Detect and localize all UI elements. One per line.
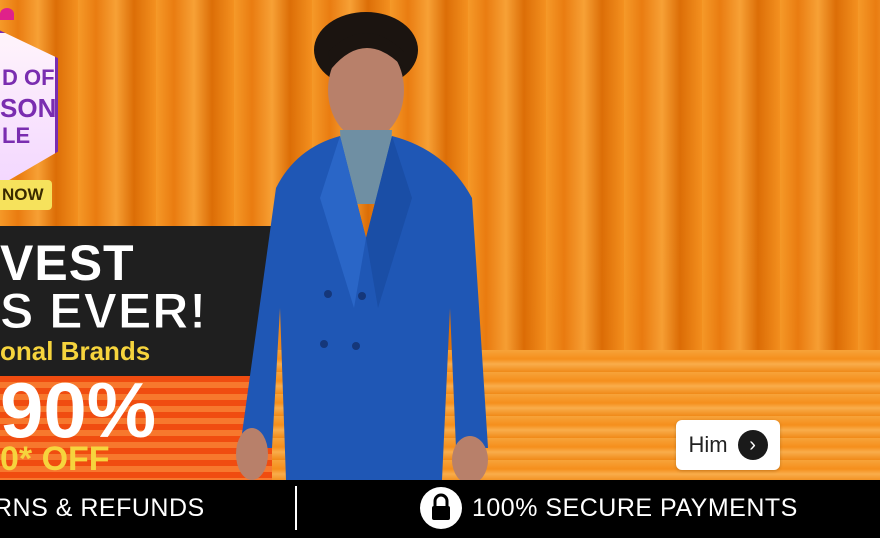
headline-line-3: onal Brands	[0, 336, 151, 366]
chevron-right-icon: ›	[737, 430, 768, 460]
lock-icon	[420, 487, 462, 529]
secure-payments-text: 100% SECURE PAYMENTS	[472, 494, 798, 522]
headline-line-2: S EVER!	[0, 283, 208, 340]
promo-banner[interactable]: D OF SON LE NOW VEST S EVER! onal Brands…	[0, 0, 880, 480]
footer-divider	[295, 486, 297, 530]
him-category-button[interactable]: Him ›	[676, 420, 780, 470]
brand-mark-icon	[0, 8, 14, 20]
badge-line-2: SON	[0, 93, 57, 123]
shop-now-button[interactable]: NOW	[0, 180, 52, 210]
discount-percent: 90%	[0, 366, 157, 454]
returns-refunds-text: RNS & REFUNDS	[0, 494, 205, 522]
badge-line-1: D OF	[2, 65, 55, 90]
him-label: Him	[688, 432, 728, 457]
discount-subtext: 0* OFF	[0, 440, 110, 478]
model-image	[236, 12, 488, 480]
badge-line-3: LE	[2, 123, 31, 148]
trust-footer: RNS & REFUNDS 100% SECURE PAYMENTS	[0, 480, 880, 538]
